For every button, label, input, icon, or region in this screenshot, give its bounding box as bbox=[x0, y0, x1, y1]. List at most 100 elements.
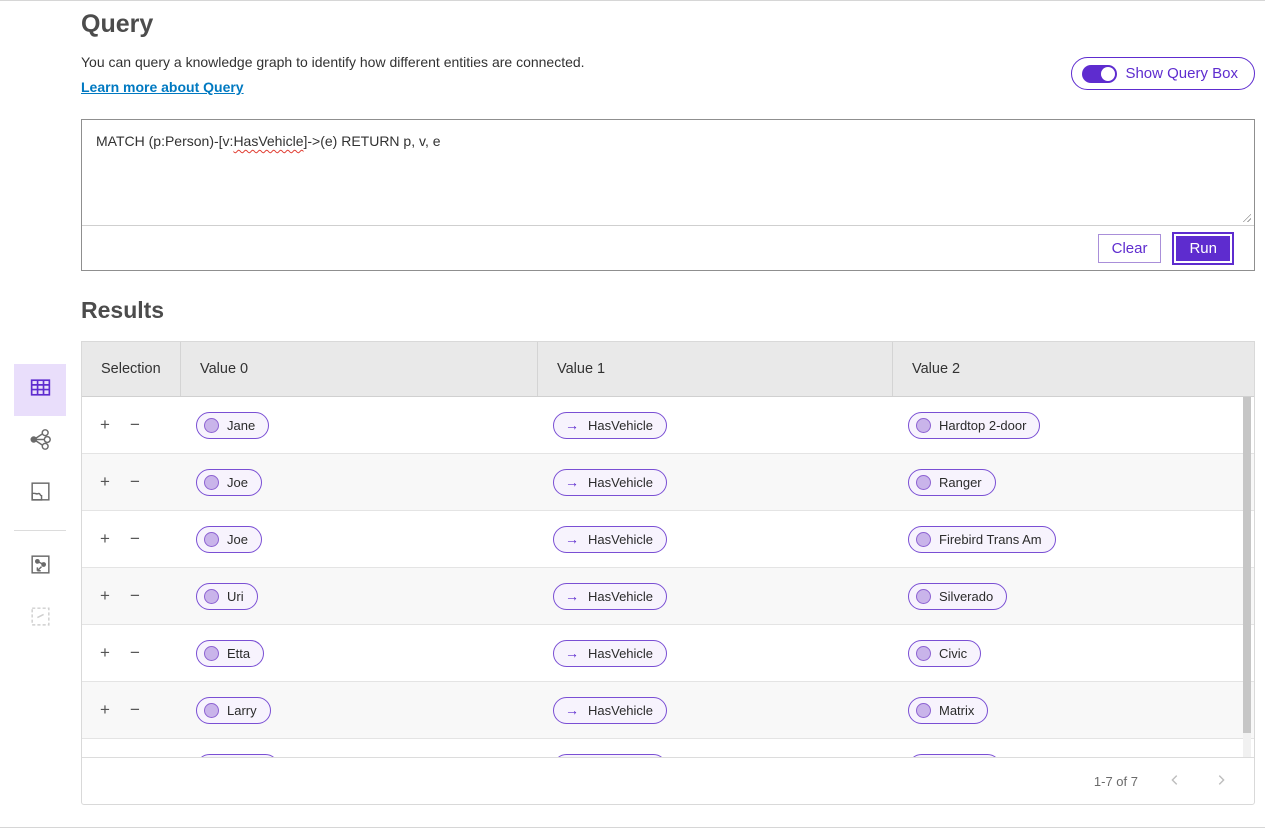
row-select-add-button[interactable]: + bbox=[94, 642, 116, 664]
results-view-sidebar bbox=[14, 364, 66, 645]
next-page-button[interactable] bbox=[1206, 769, 1236, 794]
table-scrollbar[interactable] bbox=[1243, 397, 1251, 757]
entity-pill[interactable]: Jane bbox=[196, 412, 269, 439]
entity-node-icon bbox=[204, 589, 219, 604]
query-text: MATCH (p:Person)-[v: bbox=[96, 133, 233, 149]
row-select-remove-button[interactable]: − bbox=[124, 585, 146, 607]
table-header: Selection Value 0 Value 1 Value 2 bbox=[82, 342, 1254, 397]
column-header-value1[interactable]: Value 1 bbox=[537, 342, 892, 396]
scrollbar-thumb[interactable] bbox=[1243, 397, 1251, 733]
table-row: + − James →HasVehicle Montero bbox=[82, 739, 1254, 757]
relationship-label: HasVehicle bbox=[588, 532, 653, 547]
learn-more-link[interactable]: Learn more about Query bbox=[81, 79, 244, 95]
entity-label: Joe bbox=[227, 532, 248, 547]
relationship-arrow-icon: → bbox=[565, 531, 579, 547]
entity-node-icon bbox=[204, 532, 219, 547]
entity-pill[interactable]: Firebird Trans Am bbox=[908, 526, 1056, 553]
relationship-pill[interactable]: →HasVehicle bbox=[553, 697, 667, 724]
entity-node-icon bbox=[916, 589, 931, 604]
entity-node-icon bbox=[916, 475, 931, 490]
show-query-box-toggle[interactable]: Show Query Box bbox=[1071, 57, 1255, 90]
query-actions: Clear Run bbox=[82, 226, 1254, 271]
entity-pill[interactable]: Etta bbox=[196, 640, 264, 667]
resize-grip[interactable] bbox=[1240, 211, 1251, 222]
entity-pill[interactable]: Uri bbox=[196, 583, 258, 610]
entity-label: Ranger bbox=[939, 475, 982, 490]
results-table: Selection Value 0 Value 1 Value 2 + − Ja… bbox=[81, 341, 1255, 805]
sidebar-item-link-chart-view[interactable] bbox=[14, 416, 66, 468]
entity-node-icon bbox=[204, 703, 219, 718]
entity-pill[interactable]: Joe bbox=[196, 526, 262, 553]
entity-node-icon bbox=[204, 646, 219, 661]
relationship-label: HasVehicle bbox=[588, 703, 653, 718]
column-header-selection[interactable]: Selection bbox=[82, 342, 180, 396]
column-header-value2[interactable]: Value 2 bbox=[892, 342, 1254, 396]
entity-node-icon bbox=[916, 418, 931, 433]
column-header-value0[interactable]: Value 0 bbox=[180, 342, 537, 396]
entity-pill[interactable]: Matrix bbox=[908, 697, 988, 724]
row-select-add-button[interactable]: + bbox=[94, 471, 116, 493]
sidebar-item-table-view[interactable] bbox=[14, 364, 66, 416]
entity-pill[interactable]: Joe bbox=[196, 469, 262, 496]
chevron-left-icon bbox=[1168, 775, 1182, 790]
sidebar-item-map-view[interactable] bbox=[14, 468, 66, 520]
row-select-remove-button[interactable]: − bbox=[124, 756, 146, 757]
clear-button[interactable]: Clear bbox=[1098, 234, 1162, 263]
entity-pill[interactable]: James bbox=[196, 754, 279, 758]
entity-node-icon bbox=[204, 475, 219, 490]
entity-label: Silverado bbox=[939, 589, 993, 604]
run-button[interactable]: Run bbox=[1174, 234, 1232, 263]
row-select-add-button[interactable]: + bbox=[94, 585, 116, 607]
row-select-remove-button[interactable]: − bbox=[124, 471, 146, 493]
prev-page-button[interactable] bbox=[1160, 769, 1190, 794]
new-link-chart-icon bbox=[28, 552, 53, 582]
table-row: + − Larry →HasVehicle Matrix bbox=[82, 682, 1254, 739]
relationship-pill[interactable]: →HasVehicle bbox=[553, 640, 667, 667]
table-body: + − Jane → HasVehicle Hardtop 2-door + − … bbox=[82, 397, 1254, 757]
entity-label: Civic bbox=[939, 646, 967, 661]
page-title: Query bbox=[81, 10, 153, 39]
row-select-remove-button[interactable]: − bbox=[124, 528, 146, 550]
query-text-suffix: ]->(e) RETURN p, v, e bbox=[303, 133, 440, 149]
results-title: Results bbox=[81, 297, 164, 324]
row-select-add-button[interactable]: + bbox=[94, 528, 116, 550]
entity-label: Jane bbox=[227, 418, 255, 433]
entity-label: Firebird Trans Am bbox=[939, 532, 1042, 547]
entity-node-icon bbox=[204, 418, 219, 433]
relationship-pill[interactable]: →HasVehicle bbox=[553, 412, 667, 439]
toggle-switch-icon bbox=[1082, 65, 1117, 83]
row-select-remove-button[interactable]: − bbox=[124, 642, 146, 664]
entity-label: Hardtop 2-door bbox=[939, 418, 1026, 433]
relationship-pill[interactable]: →HasVehicle bbox=[553, 583, 667, 610]
row-select-remove-button[interactable]: − bbox=[124, 699, 146, 721]
entity-label: Matrix bbox=[939, 703, 974, 718]
sidebar-item-new-link-chart[interactable] bbox=[14, 541, 66, 593]
relationship-label: HasVehicle bbox=[588, 418, 653, 433]
relationship-arrow-icon: → bbox=[565, 588, 579, 604]
row-select-add-button[interactable]: + bbox=[94, 756, 116, 757]
row-select-add-button[interactable]: + bbox=[94, 414, 116, 436]
map-view-icon bbox=[28, 479, 53, 509]
table-view-icon bbox=[28, 375, 53, 405]
row-select-remove-button[interactable]: − bbox=[124, 414, 146, 436]
bottom-divider bbox=[0, 827, 1265, 828]
entity-pill[interactable]: Hardtop 2-door bbox=[908, 412, 1040, 439]
table-row: + − Joe → HasVehicle Firebird Trans Am bbox=[82, 511, 1254, 568]
query-page: Query You can query a knowledge graph to… bbox=[0, 0, 1265, 829]
chevron-right-icon bbox=[1214, 775, 1228, 790]
entity-pill[interactable]: Ranger bbox=[908, 469, 996, 496]
entity-pill[interactable]: Silverado bbox=[908, 583, 1007, 610]
relationship-pill[interactable]: → HasVehicle bbox=[553, 526, 667, 553]
table-row: + − Joe →HasVehicle Ranger bbox=[82, 454, 1254, 511]
new-map-icon bbox=[28, 604, 53, 634]
entity-pill[interactable]: Montero bbox=[908, 754, 1001, 758]
entity-label: Uri bbox=[227, 589, 244, 604]
row-select-add-button[interactable]: + bbox=[94, 699, 116, 721]
sidebar-divider bbox=[14, 530, 66, 531]
link-chart-view-icon bbox=[28, 427, 53, 457]
query-input[interactable]: MATCH (p:Person)-[v:HasVehicle]->(e) RET… bbox=[82, 120, 1254, 225]
relationship-pill[interactable]: →HasVehicle bbox=[553, 469, 667, 496]
relationship-pill[interactable]: →HasVehicle bbox=[553, 754, 667, 758]
entity-pill[interactable]: Larry bbox=[196, 697, 271, 724]
entity-pill[interactable]: Civic bbox=[908, 640, 981, 667]
